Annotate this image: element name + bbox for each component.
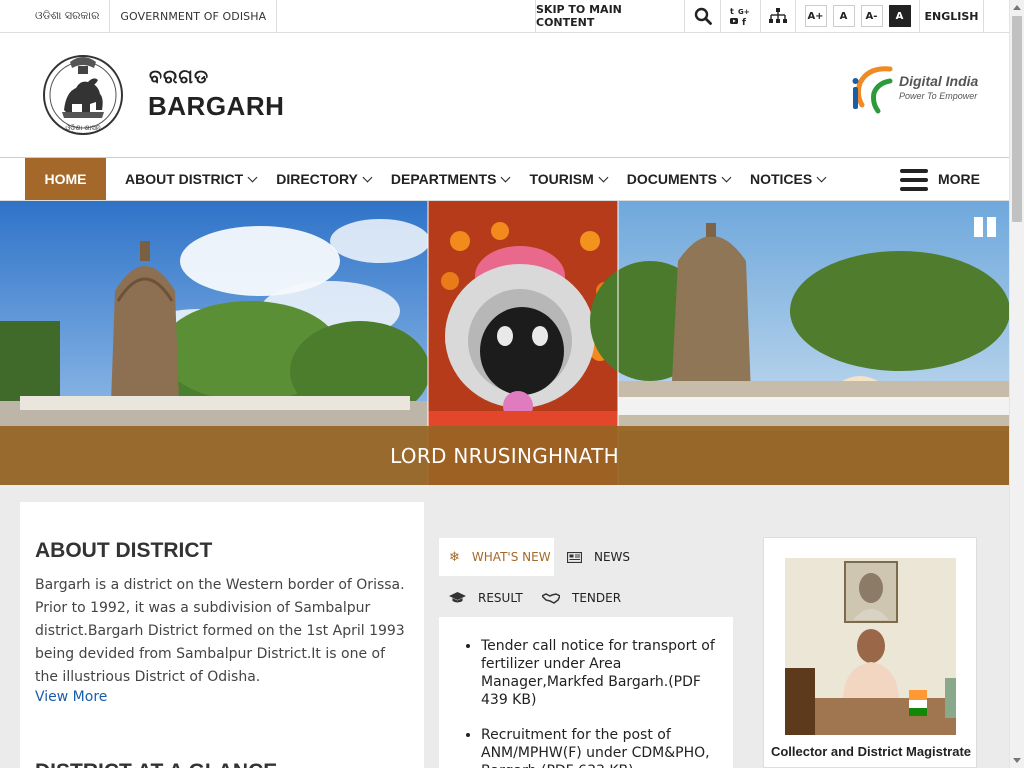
main-navigation: HOME ABOUT DISTRICT DIRECTORY DEPARTMENT… [0,158,1009,201]
nav-more-label: MORE [938,171,980,187]
newspaper-icon [567,551,582,563]
nav-about-district[interactable]: ABOUT DISTRICT [125,158,258,200]
nav-departments[interactable]: DEPARTMENTS [390,158,511,200]
digital-india-tagline: Power To Empower [899,91,978,101]
font-size-controls: A+ A A- A [795,0,919,32]
collector-photo [785,558,956,735]
chevron-down-icon [500,172,511,182]
digital-india-emblem-icon [852,66,893,114]
chevron-down-icon [362,172,373,182]
scrollbar-thumb[interactable] [1012,16,1022,222]
tab-result[interactable]: RESULT [449,579,549,617]
font-increase-button[interactable]: A+ [804,5,827,27]
chevron-down-icon [816,172,827,182]
chevron-down-icon [598,172,609,182]
about-district-panel: ABOUT DISTRICT Bargarh is a district on … [20,502,424,768]
font-normal-button[interactable]: A [832,5,855,27]
snowflake-icon: ❄ [449,549,460,565]
svg-text:ଓଡ଼ିଶା ଶାସନ: ଓଡ଼ିଶା ଶାସନ [65,124,100,132]
news-list: Tender call notice for transport of fert… [439,617,733,768]
hero-banner-slider[interactable]: LORD NRUSINGHNATH [0,201,1009,485]
nav-more-button[interactable]: MORE [900,158,980,200]
sitemap-button[interactable] [760,0,795,32]
scroll-down-arrow-icon[interactable] [1013,758,1021,763]
font-decrease-button[interactable]: A- [860,5,883,27]
nav-notices[interactable]: NOTICES [749,158,827,200]
nav-label: TOURISM [529,171,594,187]
collector-card[interactable]: Collector and District Magistrate [763,537,977,768]
svg-text:f: f [742,18,746,26]
social-media-button[interactable]: t G+ f [720,0,760,32]
tab-label: NEWS [594,550,631,564]
pause-icon [987,217,996,237]
nav-label: DOCUMENTS [626,171,717,187]
news-item[interactable]: Recruitment for the post of ANM/MPHW(F) … [481,726,721,768]
nav-home[interactable]: HOME [25,158,106,200]
site-header: ଓଡ଼ିଶା ଶାସନ ବରଗଡ BARGARH Digital India P… [0,33,1009,158]
slider-pause-button[interactable] [974,217,996,237]
news-panel: ❄ WHAT'S NEW NEWS RESULT TENDER Tender c… [425,502,1009,768]
site-name-odia: ବରଗଡ [149,66,210,88]
handshake-icon [542,593,560,604]
search-icon [694,7,712,25]
tab-label: TENDER [572,591,622,605]
nav-label: NOTICES [749,171,813,187]
site-name[interactable]: BARGARH [148,91,284,122]
nav-tourism[interactable]: TOURISM [529,158,609,200]
odisha-emblem-logo[interactable]: ଓଡ଼ିଶା ଶାସନ [42,48,124,142]
page-scrollbar[interactable] [1009,0,1024,768]
high-contrast-button[interactable]: A [888,5,911,27]
pause-icon [974,217,983,237]
tab-whats-new[interactable]: ❄ WHAT'S NEW [439,538,554,576]
top-utility-bar: ଓଡିଶା ସରକାର GOVERNMENT OF ODISHA SKIP TO… [0,0,1009,33]
scroll-up-arrow-icon[interactable] [1013,5,1021,10]
digital-india-title: Digital India [899,73,979,89]
svg-text:G+: G+ [738,8,750,16]
digital-india-logo[interactable]: Digital India Power To Empower [850,61,982,117]
about-district-text: Bargarh is a district on the Western bor… [35,577,405,685]
banner-caption: LORD NRUSINGHNATH [0,426,1009,485]
news-item[interactable]: Tender call notice for transport of fert… [481,637,721,709]
nav-directory[interactable]: DIRECTORY [276,158,373,200]
nav-label: ABOUT DISTRICT [125,171,244,187]
hamburger-menu-icon [900,169,928,191]
chevron-down-icon [247,172,258,182]
about-district-heading: ABOUT DISTRICT [35,539,213,562]
tab-label: RESULT [478,591,523,605]
tab-tender[interactable]: TENDER [542,579,642,617]
district-at-a-glance-heading: DISTRICT AT A GLANCE [35,760,277,768]
content-area: ABOUT DISTRICT Bargarh is a district on … [0,485,1009,768]
sitemap-icon [769,8,787,23]
svg-text:t: t [730,7,734,16]
nav-label: DEPARTMENTS [390,171,497,187]
language-selector[interactable]: ENGLISH [919,0,984,32]
nav-documents[interactable]: DOCUMENTS [626,158,732,200]
graduation-cap-icon [449,592,466,603]
search-button[interactable] [684,0,720,32]
collector-title: Collector and District Magistrate [770,744,972,759]
social-media-icon: t G+ f [729,7,750,26]
skip-to-main-content-link[interactable]: SKIP TO MAIN CONTENT [535,0,684,32]
tab-news[interactable]: NEWS [567,538,667,576]
government-of-odisha-link[interactable]: GOVERNMENT OF ODISHA [110,0,278,32]
view-more-link[interactable]: View More [35,689,107,705]
odia-govt-link[interactable]: ଓଡିଶା ସରକାର [0,0,111,32]
chevron-down-icon [721,172,732,182]
nav-label: DIRECTORY [276,171,358,187]
tab-label: WHAT'S NEW [471,550,551,564]
